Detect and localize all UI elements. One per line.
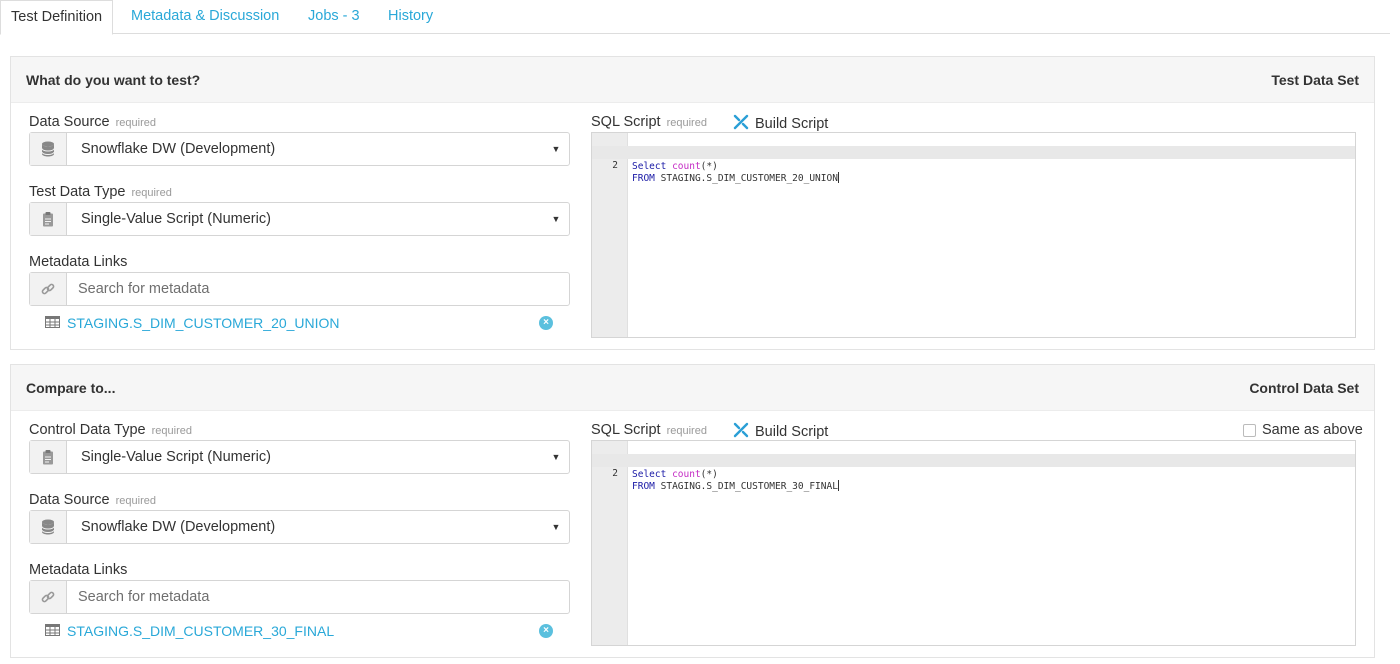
code-line: 2 FROM STAGING.S_DIM_CUSTOMER_30_FINAL — [592, 454, 1355, 492]
data-source-value: Snowflake DW (Development) — [81, 519, 276, 535]
panel-title: What do you want to test? — [26, 72, 201, 88]
panel-title: Compare to... — [26, 380, 116, 396]
build-script-label: Build Script — [755, 116, 829, 132]
tab-jobs[interactable]: Jobs - 3 — [308, 0, 360, 34]
test-data-type-value: Single-Value Script (Numeric) — [81, 211, 271, 227]
tab-test-definition[interactable]: Test Definition — [0, 0, 114, 35]
data-source-select[interactable]: Snowflake DW (Development) ▼ — [29, 510, 570, 544]
same-as-above-label: Same as above — [1262, 422, 1363, 438]
data-source-value: Snowflake DW (Development) — [81, 141, 276, 157]
sql-script-label: SQL Script required — [591, 114, 707, 130]
link-icon — [30, 581, 67, 613]
sql-script-label: SQL Script required — [591, 422, 707, 438]
control-data-panel: Compare to... Control Data Set Control D… — [10, 364, 1375, 658]
test-data-type-label: Test Data Type required — [29, 184, 172, 200]
clipboard-icon — [30, 441, 67, 473]
table-icon — [45, 623, 60, 639]
build-script-button[interactable]: Build Script — [733, 422, 828, 442]
remove-link-icon[interactable]: × — [539, 624, 553, 638]
data-source-select[interactable]: Snowflake DW (Development) ▼ — [29, 132, 570, 166]
link-icon — [30, 273, 67, 305]
metadata-search — [29, 272, 570, 306]
tab-metadata-discussion[interactable]: Metadata & Discussion — [131, 0, 279, 34]
metadata-links-label: Metadata Links — [29, 254, 128, 270]
test-data-type-select[interactable]: Single-Value Script (Numeric) ▼ — [29, 202, 570, 236]
database-icon — [30, 133, 67, 165]
metadata-link-text: STAGING.S_DIM_CUSTOMER_30_FINAL — [67, 623, 335, 639]
metadata-search — [29, 580, 570, 614]
panel-subtitle: Control Data Set — [1249, 380, 1359, 396]
metadata-link-item[interactable]: STAGING.S_DIM_CUSTOMER_20_UNION — [45, 315, 340, 331]
remove-link-icon[interactable]: × — [539, 316, 553, 330]
checkbox-icon[interactable] — [1243, 423, 1256, 437]
panel-header: What do you want to test? Test Data Set — [11, 57, 1374, 103]
code-line: 2 FROM STAGING.S_DIM_CUSTOMER_20_UNION — [592, 146, 1355, 184]
clipboard-icon — [30, 203, 67, 235]
wrench-icon — [733, 422, 749, 442]
test-data-panel: What do you want to test? Test Data Set … — [10, 56, 1375, 350]
panel-header: Compare to... Control Data Set — [11, 365, 1374, 411]
build-script-label: Build Script — [755, 424, 829, 440]
chevron-down-icon: ▼ — [551, 144, 561, 154]
data-source-label: Data Source required — [29, 114, 156, 130]
chevron-down-icon: ▼ — [551, 452, 561, 462]
database-icon — [30, 511, 67, 543]
metadata-links-label: Metadata Links — [29, 562, 128, 578]
data-source-label: Data Source required — [29, 492, 156, 508]
sql-editor[interactable]: 1 Select count(*) 2 FROM STAGING.S_DIM_C… — [591, 132, 1356, 338]
sql-editor[interactable]: 1 Select count(*) 2 FROM STAGING.S_DIM_C… — [591, 440, 1356, 646]
chevron-down-icon: ▼ — [551, 522, 561, 532]
panel-subtitle: Test Data Set — [1271, 72, 1359, 88]
control-data-type-value: Single-Value Script (Numeric) — [81, 449, 271, 465]
control-data-type-select[interactable]: Single-Value Script (Numeric) ▼ — [29, 440, 570, 474]
control-data-type-label: Control Data Type required — [29, 422, 192, 438]
metadata-link-text: STAGING.S_DIM_CUSTOMER_20_UNION — [67, 315, 340, 331]
build-script-button[interactable]: Build Script — [733, 114, 828, 134]
metadata-search-input[interactable] — [68, 581, 567, 613]
metadata-search-input[interactable] — [68, 273, 567, 305]
tab-history[interactable]: History — [388, 0, 433, 34]
metadata-link-item[interactable]: STAGING.S_DIM_CUSTOMER_30_FINAL — [45, 623, 334, 639]
table-icon — [45, 315, 60, 331]
wrench-icon — [733, 114, 749, 134]
chevron-down-icon: ▼ — [551, 214, 561, 224]
same-as-above-checkbox[interactable]: Same as above — [1243, 422, 1363, 438]
tab-bar: Test Definition Metadata & Discussion Jo… — [0, 0, 1390, 35]
